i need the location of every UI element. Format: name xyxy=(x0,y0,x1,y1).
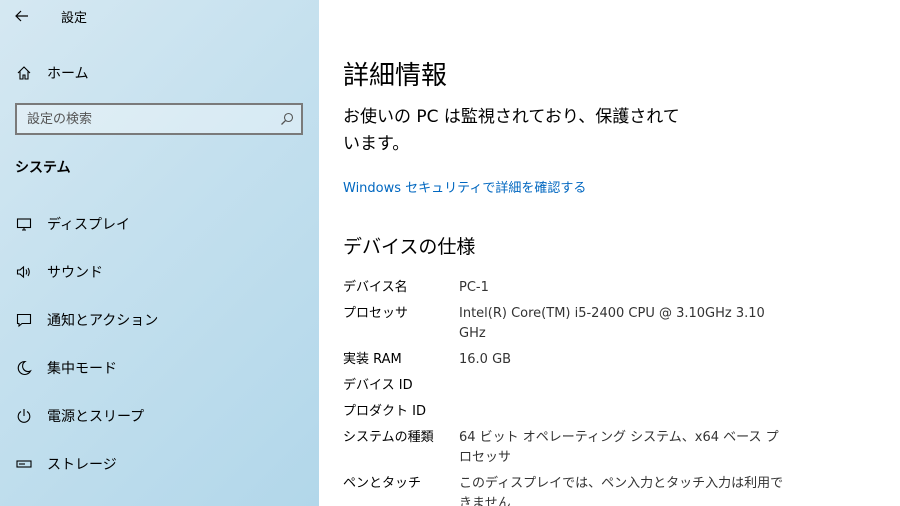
moon-icon xyxy=(15,359,33,377)
back-button[interactable] xyxy=(8,4,36,28)
spec-value xyxy=(459,402,789,422)
spec-value: 16.0 GB xyxy=(459,352,512,367)
spec-value: このディスプレイでは、ペン入力とタッチ入力は利用できません xyxy=(459,476,784,506)
sidebar-item-display[interactable]: ディスプレイ xyxy=(0,200,319,248)
sidebar-item-power-sleep[interactable]: 電源とスリープ xyxy=(0,392,319,440)
spec-value xyxy=(459,376,789,396)
device-specs-table: デバイス名 PC-1 プロセッサ Intel(R) Core(TM) i5-24… xyxy=(343,278,803,506)
power-icon xyxy=(15,407,33,425)
sidebar-item-label: ディスプレイ xyxy=(47,217,131,233)
sidebar-item-label: 電源とスリープ xyxy=(47,409,145,425)
sidebar-item-focus-assist[interactable]: 集中モード xyxy=(0,344,319,392)
sidebar-item-label: ストレージ xyxy=(47,457,117,473)
spec-row-product-id: プロダクト ID xyxy=(343,402,803,422)
protection-status-message: お使いの PC は監視されており、保護されています。 xyxy=(343,107,680,154)
spec-row-pen-touch: ペンとタッチ このディスプレイでは、ペン入力とタッチ入力は利用できません xyxy=(343,474,803,506)
spec-label: プロダクト ID xyxy=(343,404,426,419)
spec-label: ペンとタッチ xyxy=(343,476,422,491)
device-specs-heading: デバイスの仕様 xyxy=(343,236,476,258)
main-content: 詳細情報 お使いの PC は監視されており、保護されています。 Windows … xyxy=(319,0,900,506)
nav-home-label: ホーム xyxy=(47,66,89,82)
settings-search-box xyxy=(15,103,303,135)
notification-icon xyxy=(15,311,33,329)
spec-label: システムの種類 xyxy=(343,430,434,445)
home-icon xyxy=(15,64,33,82)
speaker-icon xyxy=(15,263,33,281)
spec-row-processor: プロセッサ Intel(R) Core(TM) i5-2400 CPU @ 3.… xyxy=(343,304,803,344)
spec-value: Intel(R) Core(TM) i5-2400 CPU @ 3.10GHz … xyxy=(459,306,765,341)
storage-icon xyxy=(15,455,33,473)
page-title: 詳細情報 xyxy=(343,61,448,91)
sidebar-item-sound[interactable]: サウンド xyxy=(0,248,319,296)
nav-home[interactable]: ホーム xyxy=(0,56,319,90)
spec-value: PC-1 xyxy=(459,280,489,295)
spec-label: プロセッサ xyxy=(343,306,409,321)
spec-row-system-type: システムの種類 64 ビット オペレーティング システム、x64 ベース プロセ… xyxy=(343,428,803,468)
sidebar-item-label: サウンド xyxy=(47,265,103,281)
spec-label: 実装 RAM xyxy=(343,352,402,367)
sidebar: 設定 ホーム システム ディスプレイ xyxy=(0,0,319,506)
spec-label: デバイス名 xyxy=(343,280,408,295)
search-icon[interactable] xyxy=(273,105,301,133)
spec-value: 64 ビット オペレーティング システム、x64 ベース プロセッサ xyxy=(459,430,779,465)
windows-security-link[interactable]: Windows セキュリティで詳細を確認する xyxy=(343,177,586,196)
spec-row-device-id: デバイス ID xyxy=(343,376,803,396)
sidebar-item-label: 集中モード xyxy=(47,361,117,377)
spec-row-device-name: デバイス名 PC-1 xyxy=(343,278,803,298)
spec-label: デバイス ID xyxy=(343,378,413,393)
settings-search-input[interactable] xyxy=(17,105,273,133)
title-bar: 設定 xyxy=(0,0,319,32)
sidebar-item-storage[interactable]: ストレージ xyxy=(0,440,319,488)
spec-row-installed-ram: 実装 RAM 16.0 GB xyxy=(343,350,803,370)
section-heading-system: システム xyxy=(15,160,71,176)
app-title: 設定 xyxy=(61,11,88,26)
display-icon xyxy=(15,215,33,233)
sidebar-item-label: 通知とアクション xyxy=(47,313,159,329)
back-arrow-icon xyxy=(15,10,28,22)
nav-list: ディスプレイ サウンド 通知とアクション 集中モード 電源とスリープ ストレージ xyxy=(0,200,319,488)
sidebar-item-notifications[interactable]: 通知とアクション xyxy=(0,296,319,344)
